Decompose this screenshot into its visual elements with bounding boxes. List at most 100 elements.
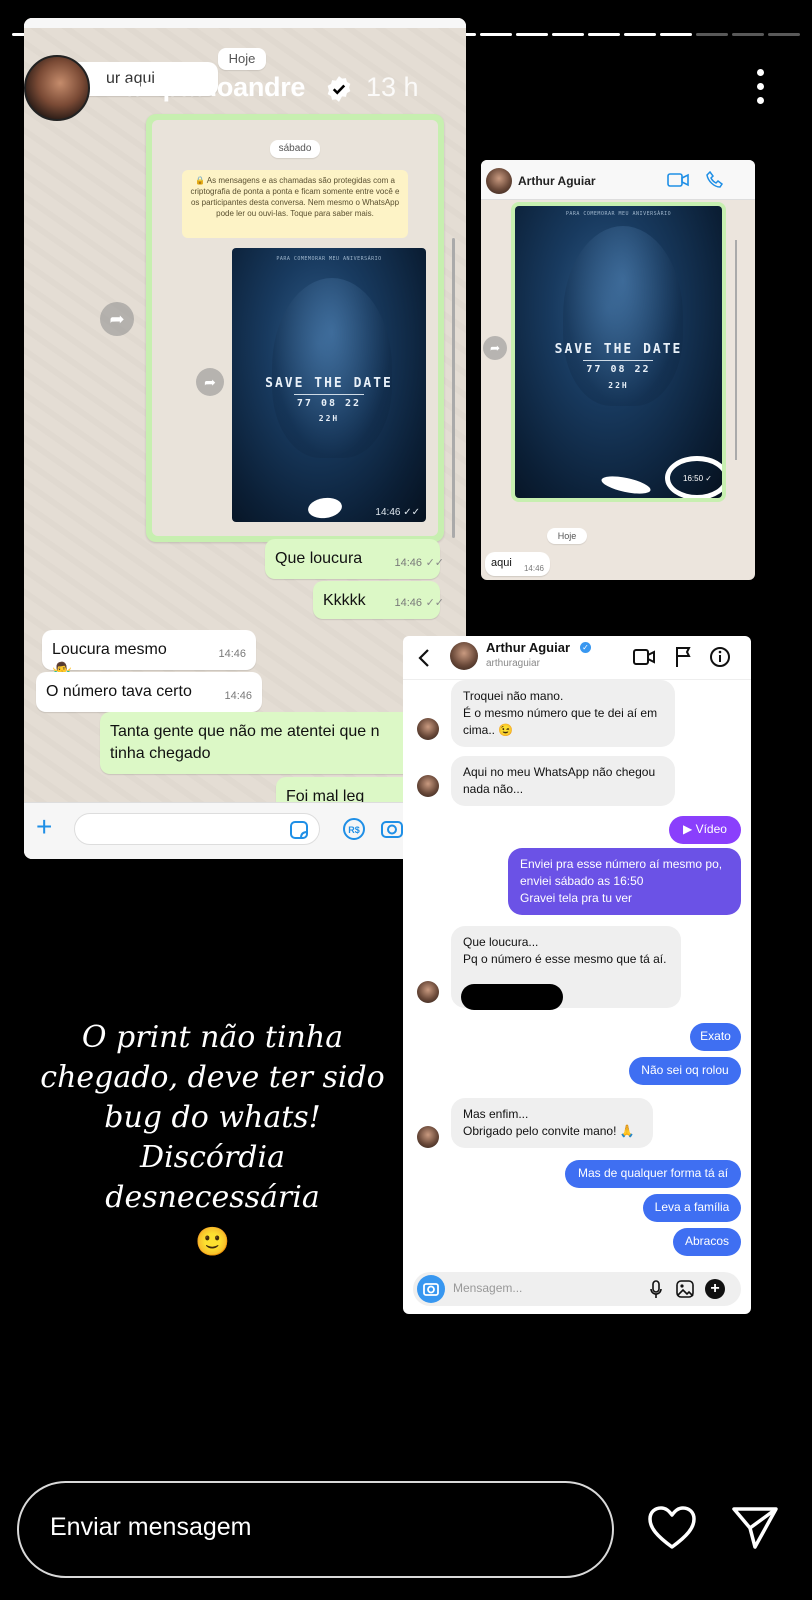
progress-segment (552, 33, 584, 36)
day-label-today: Hoje (547, 528, 587, 544)
contact-avatar[interactable] (417, 981, 439, 1003)
outgoing-message-bubble[interactable]: Não sei oq rolou (629, 1057, 741, 1085)
poster-date: 77 08 22 (586, 364, 651, 375)
instagram-dm-screenshot: Arthur Aguiar ✓ arthuraguiar Troquei não… (403, 636, 751, 1314)
verified-badge-icon (327, 76, 351, 102)
message-bubble: aqui 14:46 (485, 552, 550, 576)
contact-avatar[interactable] (417, 718, 439, 740)
poster-timestamp: 16:50 ✓ (683, 474, 712, 483)
whatsapp-header-cropped (24, 18, 466, 28)
outgoing-message-bubble[interactable]: Exato (690, 1023, 741, 1051)
progress-segment (696, 33, 728, 36)
day-label-today: Hoje (218, 48, 266, 70)
poster-tagline: PARA COMEMORAR MEU ANIVERSÁRIO (565, 211, 672, 217)
forwarded-screenshot-bubble[interactable]: sábado 🔒 As mensagens e as chamadas são … (146, 114, 444, 542)
poster-tagline: PARA COMEMORAR MEU ANIVERSÁRIO (276, 256, 382, 262)
redaction-scribble (600, 472, 652, 498)
message-line: Não sei oq rolou (641, 1063, 729, 1077)
forward-icon[interactable]: ➦ (100, 302, 134, 336)
incoming-message-bubble[interactable]: Loucura mesmo 🤷‍♂️14:46 (42, 630, 256, 680)
whatsapp-message-input[interactable] (74, 813, 320, 845)
instagram-dm-header: Arthur Aguiar ✓ arthuraguiar (403, 636, 751, 680)
outgoing-message-bubble[interactable]: Que loucura 14:46 ✓✓ (265, 539, 444, 579)
scrollbar[interactable] (735, 240, 737, 460)
video-call-icon[interactable] (633, 648, 655, 666)
instagram-composer: Mensagem... + (413, 1272, 741, 1306)
camera-icon[interactable] (380, 817, 404, 841)
contact-avatar[interactable] (417, 775, 439, 797)
contact-avatar[interactable] (417, 1126, 439, 1148)
message-time: 14:46 (224, 690, 252, 702)
flag-icon[interactable] (674, 646, 692, 668)
caption-line: Discórdia desnecessária (105, 1140, 320, 1215)
outgoing-message-bubble[interactable]: Kkkkk 14:46 ✓✓ (313, 581, 444, 619)
payment-icon[interactable]: R$ (342, 817, 366, 841)
contact-name[interactable]: Arthur Aguiar (486, 640, 570, 655)
scrollbar[interactable] (452, 238, 455, 538)
message-line: Exato (700, 1029, 731, 1043)
story-time-ago: 13 h (366, 72, 419, 102)
plus-icon[interactable]: + (36, 813, 52, 841)
progress-segment (768, 33, 800, 36)
poster-divider (583, 360, 653, 361)
caption-emoji: 🙂 (195, 1225, 230, 1258)
outgoing-message-bubble[interactable]: Enviei pra esse número aí mesmo po, envie… (508, 848, 741, 915)
read-receipt-icon: ✓✓ (425, 597, 444, 609)
incoming-message-bubble[interactable]: Aqui no meu WhatsApp não chegou nada não.… (451, 756, 675, 806)
message-line: cima.. 😉 (463, 723, 514, 737)
sticker-icon[interactable] (289, 820, 309, 840)
progress-segment (624, 33, 656, 36)
forward-icon[interactable]: ➦ (196, 368, 224, 396)
outgoing-message-bubble[interactable]: Mas de qualquer forma tá aí (565, 1160, 741, 1188)
phone-call-icon[interactable] (706, 171, 724, 189)
avatar[interactable] (24, 55, 90, 121)
incoming-message-bubble[interactable]: Mas enfim... Obrigado pelo convite mano! … (451, 1098, 653, 1148)
redacted-phone-number (461, 984, 563, 1010)
message-time: 14:46 (394, 597, 422, 609)
caption-line: bug do whats! (104, 1100, 321, 1135)
contact-avatar[interactable] (486, 168, 512, 194)
outgoing-message-bubble[interactable]: Leva a família (643, 1194, 741, 1222)
contact-name[interactable]: Arthur Aguiar (518, 174, 596, 188)
message-line: enviei sábado as 16:50 (520, 874, 644, 888)
message-line: Enviei pra esse número aí mesmo po, (520, 857, 723, 871)
poster-title: SAVE THE DATE (554, 342, 683, 357)
send-icon[interactable] (731, 1506, 779, 1550)
info-icon[interactable] (709, 646, 731, 668)
forwarded-poster-bubble[interactable]: PARA COMEMORAR MEU ANIVERSÁRIO SAVE THE … (511, 202, 726, 502)
username[interactable]: iampauloandre (117, 72, 305, 103)
redaction-scribble (306, 495, 344, 521)
message-line: Mas de qualquer forma tá aí (577, 1166, 729, 1180)
message-input[interactable]: Mensagem... (453, 1281, 522, 1295)
message-text: O número tava certo (46, 683, 192, 700)
message-line: Gravei tela pra tu ver (520, 891, 633, 905)
camera-icon[interactable] (417, 1275, 445, 1303)
message-line: Leva a família (654, 1200, 730, 1214)
incoming-message-bubble[interactable]: O número tava certo 14:46 (36, 672, 262, 712)
add-icon[interactable]: + (705, 1279, 725, 1299)
progress-segment (660, 33, 692, 36)
poster-portrait (563, 226, 683, 406)
day-label-saturday: sábado (270, 140, 320, 158)
poster-date: 77 08 22 (296, 398, 362, 409)
incoming-message-bubble[interactable]: Troquei não mano. É o mesmo número que te… (451, 680, 675, 747)
video-call-icon[interactable] (667, 172, 689, 188)
like-heart-icon[interactable] (647, 1505, 697, 1551)
progress-segment (588, 33, 620, 36)
message-line: Mas enfim... (463, 1107, 529, 1121)
poster-title: SAVE THE DATE (265, 376, 393, 391)
message-time: 14:46 (218, 648, 246, 660)
microphone-icon[interactable] (649, 1280, 663, 1300)
back-arrow-icon[interactable] (417, 648, 431, 668)
progress-segment (732, 33, 764, 36)
more-options-icon[interactable] (757, 69, 765, 105)
reply-placeholder: Enviar mensagem (50, 1513, 252, 1541)
forward-icon[interactable]: ➦ (483, 336, 507, 360)
gallery-icon[interactable] (675, 1279, 695, 1299)
contact-avatar[interactable] (450, 642, 478, 670)
save-the-date-poster-small: PARA COMEMORAR MEU ANIVERSÁRIO SAVE THE … (515, 206, 722, 498)
caption-line: O print não tinha (81, 1020, 344, 1055)
progress-segment (516, 33, 548, 36)
outgoing-message-bubble[interactable]: ▶ Vídeo (669, 816, 741, 844)
outgoing-message-bubble[interactable]: Abracos (673, 1228, 741, 1256)
